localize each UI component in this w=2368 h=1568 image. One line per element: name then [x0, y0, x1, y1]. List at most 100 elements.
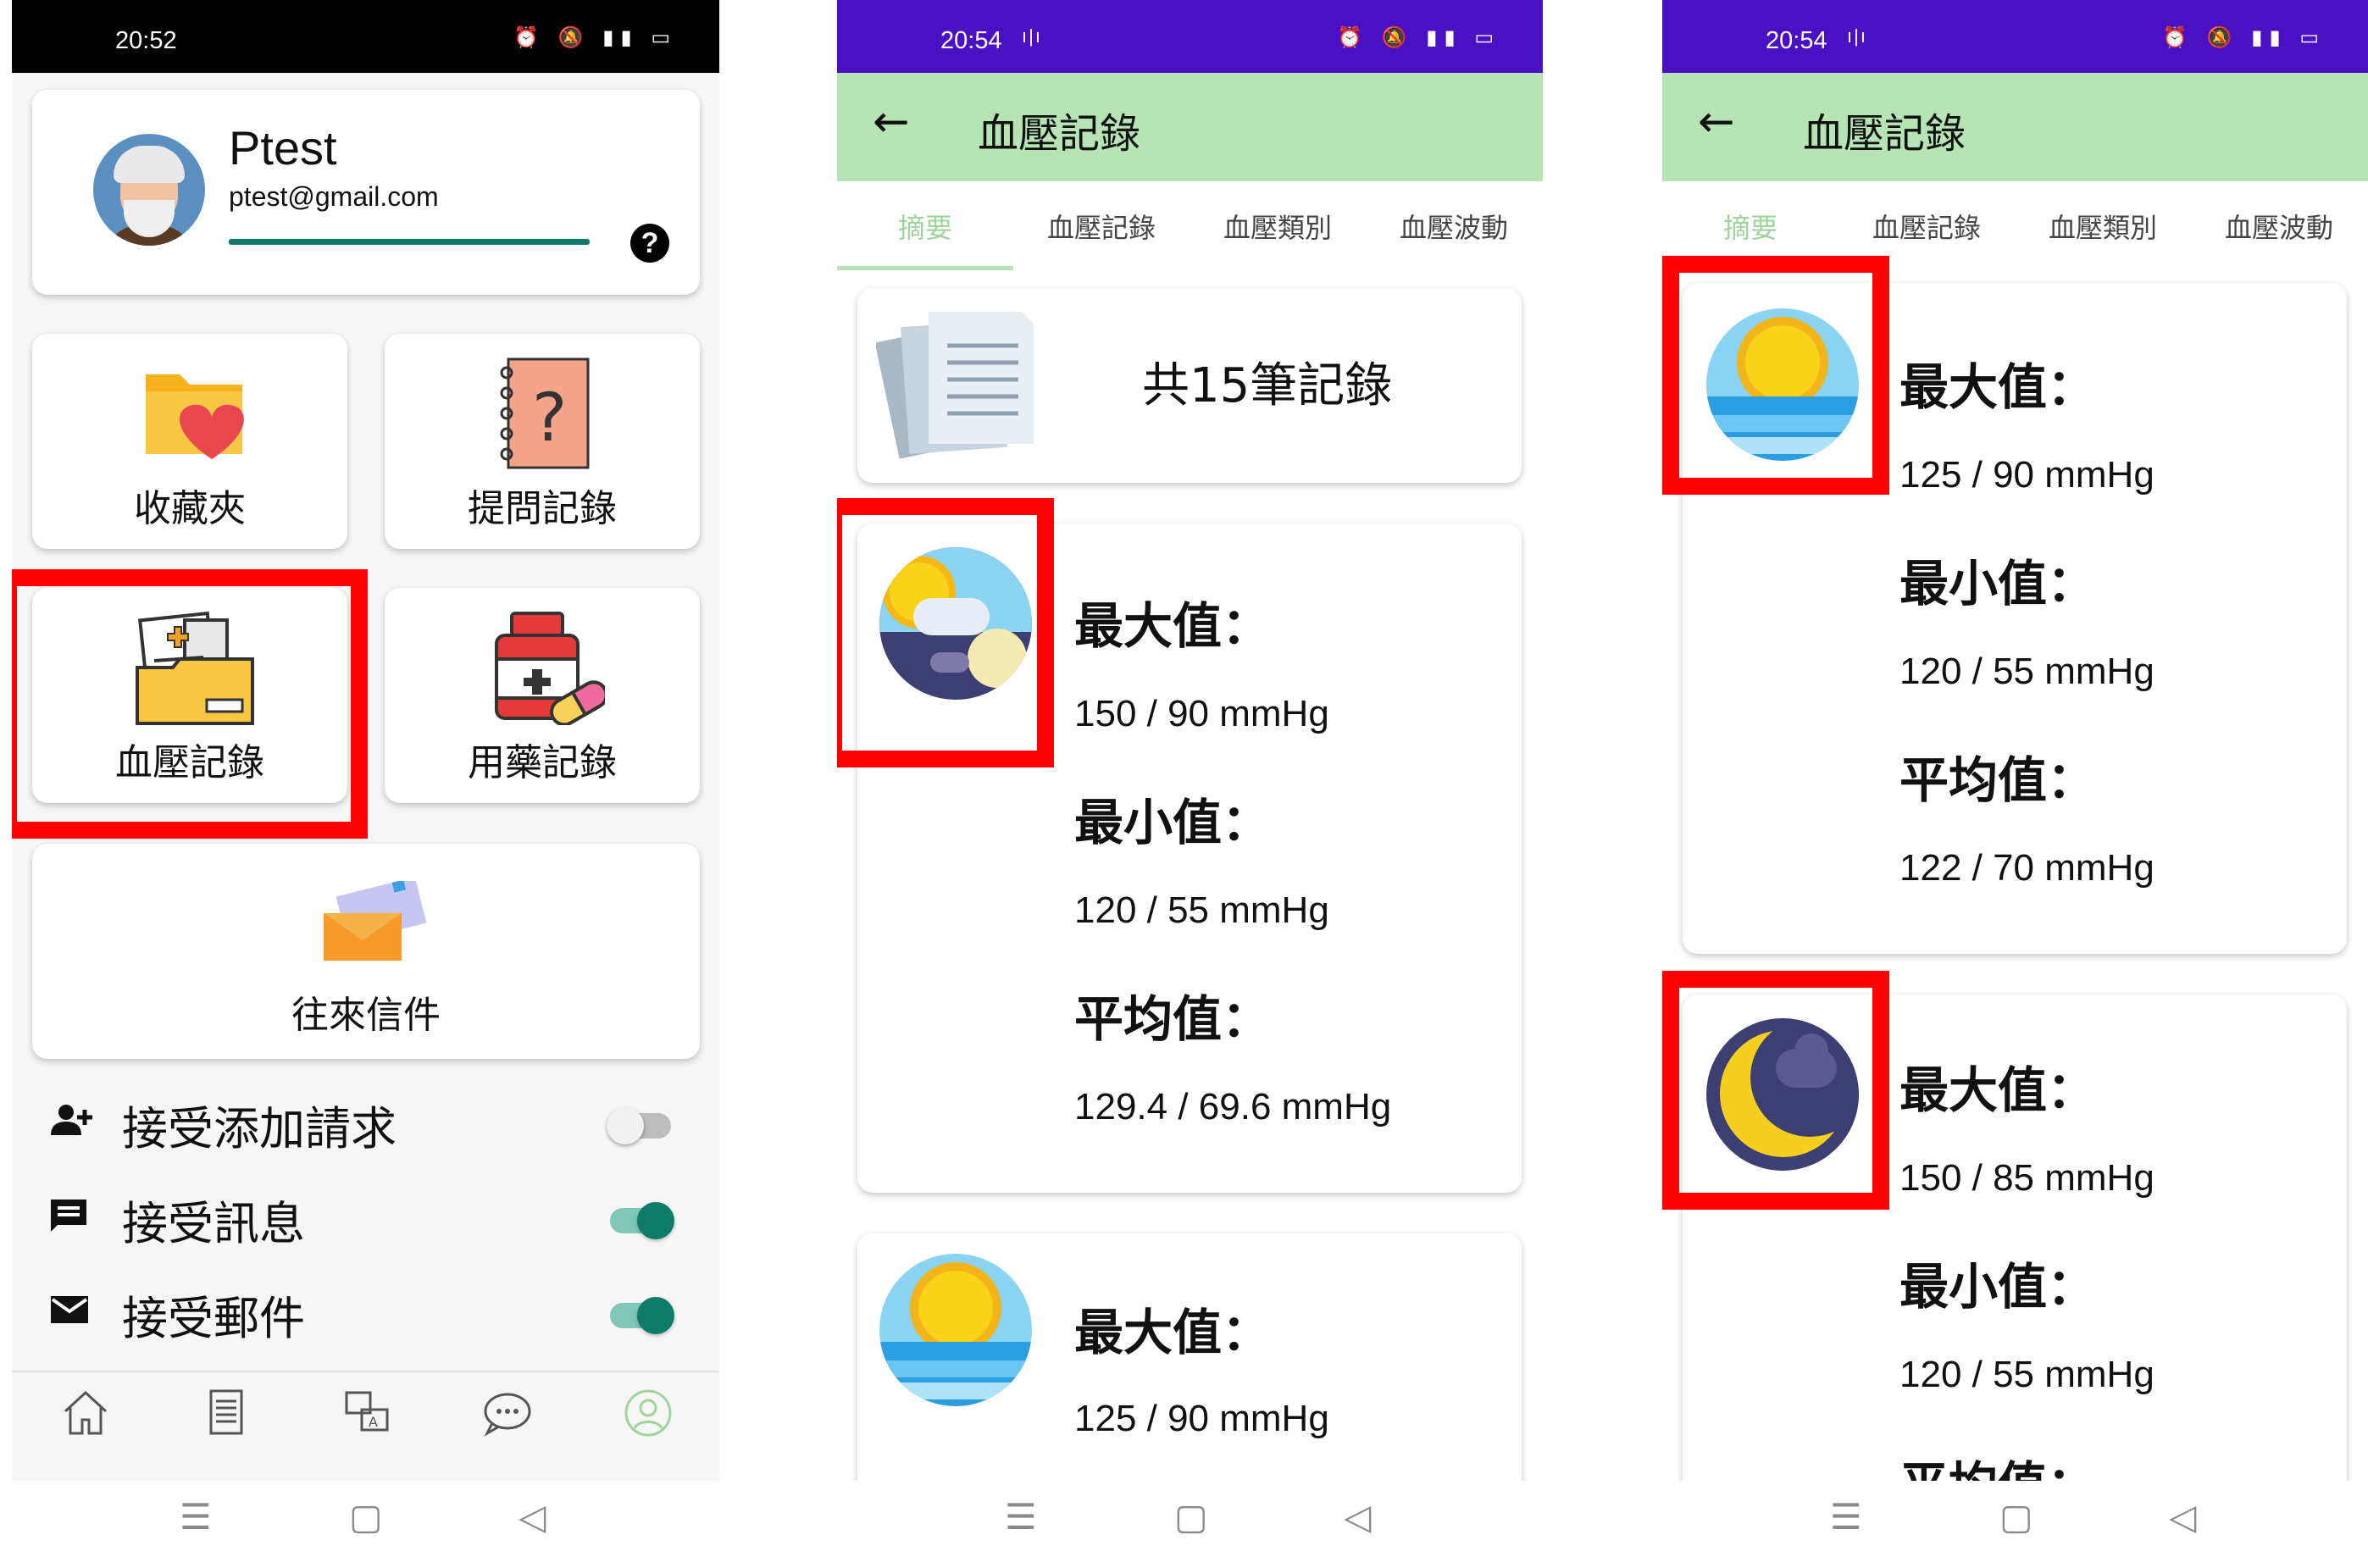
- setting-label: 接受郵件: [122, 1292, 305, 1345]
- tab-fluctuation[interactable]: 血壓波動: [1366, 207, 1542, 246]
- home-button-icon[interactable]: ▢: [1174, 1496, 1208, 1538]
- page-title: 血壓記錄: [1803, 110, 1966, 158]
- avg-value: 122 / 70 mmHg: [1899, 847, 2154, 889]
- status-icons: ⏰ 🔕 ▮▮ ▭: [1337, 26, 1500, 49]
- max-label: 最大值：: [1899, 358, 2097, 416]
- status-bar: 20:54 ı|ı ⏰ 🔕 ▮▮ ▭: [837, 0, 1543, 73]
- min-label: 最小值：: [1899, 1258, 2097, 1316]
- home-icon[interactable]: [56, 1388, 115, 1447]
- blood-pressure-summary-screen: 20:54 ı|ı ⏰ 🔕 ▮▮ ▭ ← 血壓記錄 摘要 血壓記錄 血壓類別 血…: [837, 0, 1543, 1568]
- app-bar: ← 血壓記錄: [837, 73, 1543, 181]
- setting-accept-messages: 接受訊息: [49, 1186, 693, 1250]
- total-records-text: 共15筆記錄: [1142, 358, 1393, 413]
- setting-label: 接受添加請求: [122, 1102, 397, 1155]
- accept-mail-toggle[interactable]: [610, 1297, 674, 1334]
- tab-categories[interactable]: 血壓類別: [2015, 207, 2191, 246]
- activity-icon: ı|ı: [1847, 25, 1867, 47]
- svg-text:A: A: [369, 1414, 378, 1430]
- min-value: 120 / 55 mmHg: [1899, 651, 2154, 692]
- profile-name: Ptest: [229, 121, 337, 175]
- tab-fluctuation[interactable]: 血壓波動: [2191, 207, 2367, 246]
- status-icons: ⏰ 🔕 ▮▮ ▭: [513, 26, 677, 49]
- recent-apps-icon[interactable]: ☰: [1830, 1496, 1862, 1538]
- highlight-box: [1662, 256, 1889, 495]
- status-time: 20:52: [115, 27, 177, 54]
- min-label: 最小值：: [1074, 794, 1272, 851]
- status-time: 20:54: [940, 27, 1002, 54]
- medicine-bottle-icon: [495, 612, 605, 725]
- question-records-label: 提問記錄: [468, 487, 617, 530]
- system-navigation-bar: ☰ ▢ ◁: [837, 1481, 1543, 1568]
- tab-bar: 摘要 血壓記錄 血壓類別 血壓波動: [837, 181, 1543, 271]
- sun-sea-icon: [879, 1254, 1032, 1406]
- status-time: 20:54: [1766, 27, 1827, 54]
- page-title: 血壓記錄: [978, 110, 1141, 158]
- recent-apps-icon[interactable]: ☰: [1005, 1496, 1037, 1538]
- accept-messages-toggle[interactable]: [610, 1202, 674, 1239]
- home-button-icon[interactable]: ▢: [349, 1496, 383, 1538]
- folder-heart-icon: [146, 374, 244, 459]
- max-value: 150 / 85 mmHg: [1899, 1157, 2154, 1199]
- profile-screen: 20:52 ⏰ 🔕 ▮▮ ▭ Ptest ptest@gmail.com ? 收…: [12, 0, 719, 1568]
- highlight-box: [12, 569, 368, 839]
- system-navigation-bar: ☰ ▢ ◁: [12, 1481, 719, 1568]
- setting-accept-add-requests: 接受添加請求: [49, 1091, 693, 1155]
- profile-progress-bar: [229, 239, 590, 245]
- help-icon[interactable]: ?: [630, 224, 669, 263]
- activity-icon: ı|ı: [1022, 25, 1042, 47]
- medication-records-tile[interactable]: 用藥記錄: [385, 588, 700, 803]
- max-label: 最大值：: [1074, 1304, 1272, 1361]
- message-icon: [49, 1198, 92, 1232]
- max-label: 最大值：: [1074, 597, 1272, 655]
- back-button-icon[interactable]: ◁: [1344, 1496, 1371, 1538]
- min-label: 最小值：: [1899, 555, 2097, 612]
- tab-categories[interactable]: 血壓類別: [1190, 207, 1366, 246]
- document-icon[interactable]: [197, 1388, 256, 1447]
- envelope-icon: [324, 881, 427, 961]
- profile-icon[interactable]: [618, 1388, 678, 1447]
- avatar[interactable]: [93, 134, 205, 246]
- highlight-box: [1662, 971, 1889, 1210]
- favorites-label: 收藏夾: [134, 487, 246, 530]
- accept-add-requests-toggle[interactable]: [607, 1107, 671, 1144]
- svg-text:?: ?: [532, 380, 567, 457]
- avg-label: 平均值：: [1074, 990, 1272, 1048]
- back-arrow-icon[interactable]: ←: [873, 97, 910, 147]
- highlight-box: [837, 498, 1054, 767]
- chat-icon[interactable]: [478, 1388, 537, 1447]
- mail-label: 往來信件: [291, 994, 441, 1037]
- avg-label: 平均值：: [1899, 751, 2097, 809]
- profile-card: Ptest ptest@gmail.com ?: [32, 90, 700, 295]
- question-notebook-icon: ?: [500, 357, 590, 469]
- max-value: 125 / 90 mmHg: [1074, 1398, 1329, 1439]
- question-records-tile[interactable]: ? 提問記錄: [385, 334, 700, 549]
- min-value: 120 / 55 mmHg: [1074, 889, 1329, 931]
- person-add-icon: [49, 1103, 92, 1137]
- status-icons: ⏰ 🔕 ▮▮ ▭: [2162, 26, 2326, 49]
- min-value: 120 / 55 mmHg: [1899, 1354, 2154, 1395]
- translate-icon[interactable]: A: [337, 1388, 397, 1447]
- tab-summary[interactable]: 摘要: [837, 207, 1013, 246]
- max-value: 150 / 90 mmHg: [1074, 693, 1329, 734]
- tab-records[interactable]: 血壓記錄: [1013, 207, 1190, 246]
- bottom-navigation: A: [12, 1371, 719, 1482]
- status-bar: 20:54 ı|ı ⏰ 🔕 ▮▮ ▭: [1662, 0, 2368, 73]
- documents-icon: [876, 312, 1034, 459]
- max-value: 125 / 90 mmHg: [1899, 454, 2154, 496]
- back-button-icon[interactable]: ◁: [519, 1496, 546, 1538]
- app-bar: ← 血壓記錄: [1662, 73, 2368, 181]
- back-button-icon[interactable]: ◁: [2169, 1496, 2196, 1538]
- mail-tile[interactable]: 往來信件: [32, 844, 700, 1059]
- setting-accept-mail: 接受郵件: [49, 1281, 693, 1345]
- back-arrow-icon[interactable]: ←: [1698, 97, 1735, 147]
- recent-apps-icon[interactable]: ☰: [180, 1496, 212, 1538]
- mail-icon: [49, 1293, 92, 1327]
- tab-summary[interactable]: 摘要: [1662, 207, 1838, 246]
- profile-email: ptest@gmail.com: [229, 181, 439, 212]
- favorites-tile[interactable]: 收藏夾: [32, 334, 347, 549]
- tab-records[interactable]: 血壓記錄: [1838, 207, 2015, 246]
- medication-records-label: 用藥記錄: [468, 741, 617, 784]
- max-label: 最大值：: [1899, 1061, 2097, 1119]
- home-button-icon[interactable]: ▢: [1999, 1496, 2033, 1538]
- system-navigation-bar: ☰ ▢ ◁: [1662, 1481, 2368, 1568]
